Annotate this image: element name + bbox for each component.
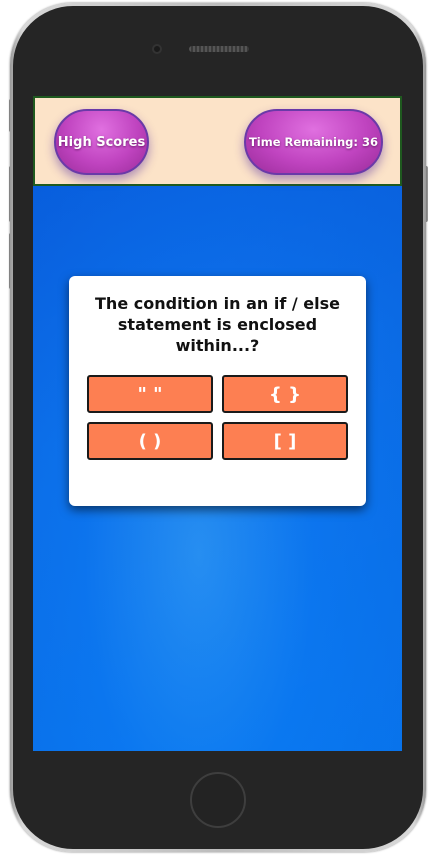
question-text: The condition in an if / else statement … [95, 294, 340, 355]
answer-button-2[interactable]: { } [222, 375, 348, 413]
time-remaining-badge: Time Remaining: 36 [244, 109, 383, 175]
camera-icon [152, 44, 162, 54]
question-card: The condition in an if / else statement … [69, 276, 366, 506]
answer-button-4[interactable]: [ ] [222, 422, 348, 460]
header-bar: High Scores Time Remaining: 36 [33, 96, 402, 186]
answer-button-1[interactable]: " " [87, 375, 213, 413]
speaker-grille-icon [189, 46, 249, 52]
answer-button-3[interactable]: ( ) [87, 422, 213, 460]
high-scores-button[interactable]: High Scores [54, 109, 149, 175]
app-screen: High Scores Time Remaining: 36 The condi… [33, 96, 402, 751]
home-button-icon[interactable] [190, 772, 246, 828]
